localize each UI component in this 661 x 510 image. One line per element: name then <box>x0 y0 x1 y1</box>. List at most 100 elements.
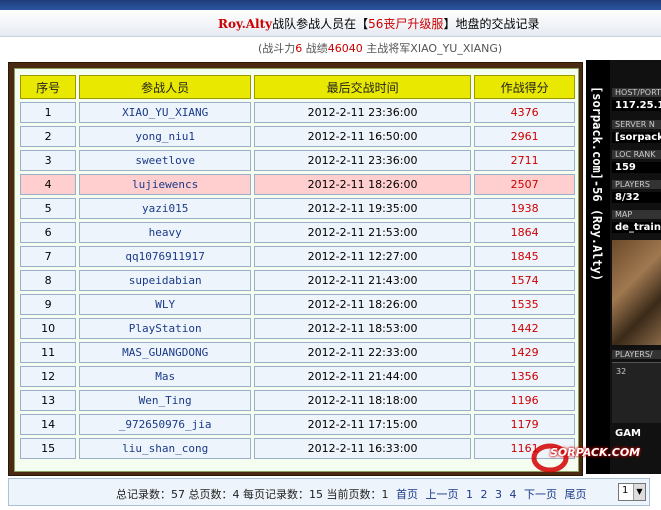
cell-no: 3 <box>20 150 77 171</box>
cell-time: 2012-2-11 22:33:00 <box>254 342 472 363</box>
first-page-link[interactable]: 首页 <box>396 488 418 501</box>
banner-players-graph-label: PLAYERS/ <box>612 350 661 359</box>
cell-time: 2012-2-11 19:35:00 <box>254 198 472 219</box>
cell-no: 13 <box>20 390 77 411</box>
cell-no: 9 <box>20 294 77 315</box>
page-link-4[interactable]: 4 <box>509 488 516 501</box>
pagination-info: 总记录数：57 总页数：4 每页记录数：15 当前页数：1 首页 上一页 1 2… <box>116 486 586 502</box>
cell-score: 1864 <box>474 222 575 243</box>
page-link-3[interactable]: 3 <box>495 488 502 501</box>
player-link[interactable]: supeidabian <box>79 270 251 291</box>
cell-time: 2012-2-11 18:26:00 <box>254 174 472 195</box>
stats-label-general: 主战将军XIAO_YU_XIANG) <box>362 42 503 55</box>
record-value: 46040 <box>327 42 363 55</box>
battle-records-table: 序号 参战人员 最后交战时间 作战得分 1 XIAO_YU_XIANG 2012-2… <box>17 72 578 462</box>
banner-players-value: 8/32 <box>612 192 661 203</box>
title-text-2: 】地盘的交战记录 <box>443 17 540 31</box>
table-row: 6 heavy 2012-2-11 21:53:00 1864 <box>20 222 575 243</box>
server-name: 56丧尸升级服 <box>368 17 444 31</box>
table-row: 10 PlayStation 2012-2-11 18:53:00 1442 <box>20 318 575 339</box>
cell-time: 2012-2-11 18:26:00 <box>254 294 472 315</box>
cell-score: 1429 <box>474 342 575 363</box>
players-graph: 32 <box>612 362 661 423</box>
player-link[interactable]: qq1076911917 <box>79 246 251 267</box>
player-link[interactable]: liu_shan_cong <box>79 438 251 459</box>
player-link[interactable]: heavy <box>79 222 251 243</box>
cell-score: 2507 <box>474 174 575 195</box>
player-link[interactable]: Wen_Ting <box>79 390 251 411</box>
cell-time: 2012-2-11 16:33:00 <box>254 438 472 459</box>
banner-server-label: SERVER N <box>612 120 661 129</box>
cell-score: 1196 <box>474 390 575 411</box>
player-link[interactable]: WLY <box>79 294 251 315</box>
table-header-row: 序号 参战人员 最后交战时间 作战得分 <box>20 75 575 99</box>
server-banner[interactable]: [sorpack.com]-56 (Roy.Alty) HOST/PORT 11… <box>586 60 661 474</box>
player-link[interactable]: sweetlove <box>79 150 251 171</box>
next-page-link[interactable]: 下一页 <box>524 488 557 501</box>
header-player: 参战人员 <box>79 75 251 99</box>
cell-time: 2012-2-11 23:36:00 <box>254 102 472 123</box>
player-link[interactable]: yazi015 <box>79 198 251 219</box>
banner-loc-label: LOC RANK <box>612 150 661 159</box>
player-link[interactable]: yong_niu1 <box>79 126 251 147</box>
player-link[interactable]: _972650976_jia <box>79 414 251 435</box>
table-row: 15 liu_shan_cong 2012-2-11 16:33:00 1161 <box>20 438 575 459</box>
title-text-1: 战队参战人员在【 <box>272 17 369 31</box>
records-panel-inner: 序号 参战人员 最后交战时间 作战得分 1 XIAO_YU_XIANG 2012-2… <box>14 68 579 472</box>
chevron-down-icon[interactable]: ▼ <box>633 484 645 500</box>
cell-score: 2961 <box>474 126 575 147</box>
header-score: 作战得分 <box>474 75 575 99</box>
cell-no: 2 <box>20 126 77 147</box>
title-bar: Roy.Alty战队参战人员在【56丧尸升级服】地盘的交战记录 <box>0 10 661 37</box>
cell-time: 2012-2-11 21:43:00 <box>254 270 472 291</box>
cell-no: 8 <box>20 270 77 291</box>
table-row: 2 yong_niu1 2012-2-11 16:50:00 2961 <box>20 126 575 147</box>
player-link[interactable]: lujiewencs <box>79 174 251 195</box>
cell-no: 7 <box>20 246 77 267</box>
pagination-bar: 总记录数：57 总页数：4 每页记录数：15 当前页数：1 首页 上一页 1 2… <box>8 478 650 506</box>
prev-page-link[interactable]: 上一页 <box>425 488 458 501</box>
cell-time: 2012-2-11 12:27:00 <box>254 246 472 267</box>
stats-label-power: (战斗力 <box>258 42 296 55</box>
map-preview-image <box>612 240 661 345</box>
cell-time: 2012-2-11 17:15:00 <box>254 414 472 435</box>
player-link[interactable]: MAS_GUANGDONG <box>79 342 251 363</box>
player-link[interactable]: XIAO_YU_XIANG <box>79 102 251 123</box>
table-row-highlighted: 4 lujiewencs 2012-2-11 18:26:00 2507 <box>20 174 575 195</box>
team-name: Roy.Alty <box>218 17 273 31</box>
page-select[interactable]: 1 ▼ <box>618 483 646 501</box>
table-row: 5 yazi015 2012-2-11 19:35:00 1938 <box>20 198 575 219</box>
last-page-link[interactable]: 尾页 <box>564 488 586 501</box>
banner-host-label: HOST/PORT <box>612 88 661 97</box>
records-panel: 序号 参战人员 最后交战时间 作战得分 1 XIAO_YU_XIANG 2012-2… <box>8 62 583 476</box>
graph-tick: 32 <box>616 367 627 376</box>
cell-score: 1535 <box>474 294 575 315</box>
cell-time: 2012-2-11 16:50:00 <box>254 126 472 147</box>
player-link[interactable]: Mas <box>79 366 251 387</box>
cell-no: 6 <box>20 222 77 243</box>
banner-map-label: MAP <box>612 210 661 219</box>
table-row: 13 Wen_Ting 2012-2-11 18:18:00 1196 <box>20 390 575 411</box>
cell-time: 2012-2-11 18:53:00 <box>254 318 472 339</box>
cell-no: 14 <box>20 414 77 435</box>
cell-score: 1845 <box>474 246 575 267</box>
cell-score: 1938 <box>474 198 575 219</box>
cell-no: 5 <box>20 198 77 219</box>
player-link[interactable]: PlayStation <box>79 318 251 339</box>
watermark-text: SORPACK.COM <box>550 446 641 459</box>
header-last-time: 最后交战时间 <box>254 75 472 99</box>
table-row: 12 Mas 2012-2-11 21:44:00 1356 <box>20 366 575 387</box>
page-link-1[interactable]: 1 <box>466 488 473 501</box>
cell-no: 11 <box>20 342 77 363</box>
banner-host-value: 117.25.1 <box>612 100 661 111</box>
page-title: Roy.Alty战队参战人员在【56丧尸升级服】地盘的交战记录 <box>218 15 539 32</box>
cell-time: 2012-2-11 21:53:00 <box>254 222 472 243</box>
page-link-2[interactable]: 2 <box>480 488 487 501</box>
cell-no: 10 <box>20 318 77 339</box>
banner-loc-value: 159 <box>612 162 661 173</box>
cell-time: 2012-2-11 23:36:00 <box>254 150 472 171</box>
table-row: 14 _972650976_jia 2012-2-11 17:15:00 1179 <box>20 414 575 435</box>
table-row: 8 supeidabian 2012-2-11 21:43:00 1574 <box>20 270 575 291</box>
site-logo: SORPACK.COM <box>530 438 660 478</box>
table-row: 3 sweetlove 2012-2-11 23:36:00 2711 <box>20 150 575 171</box>
